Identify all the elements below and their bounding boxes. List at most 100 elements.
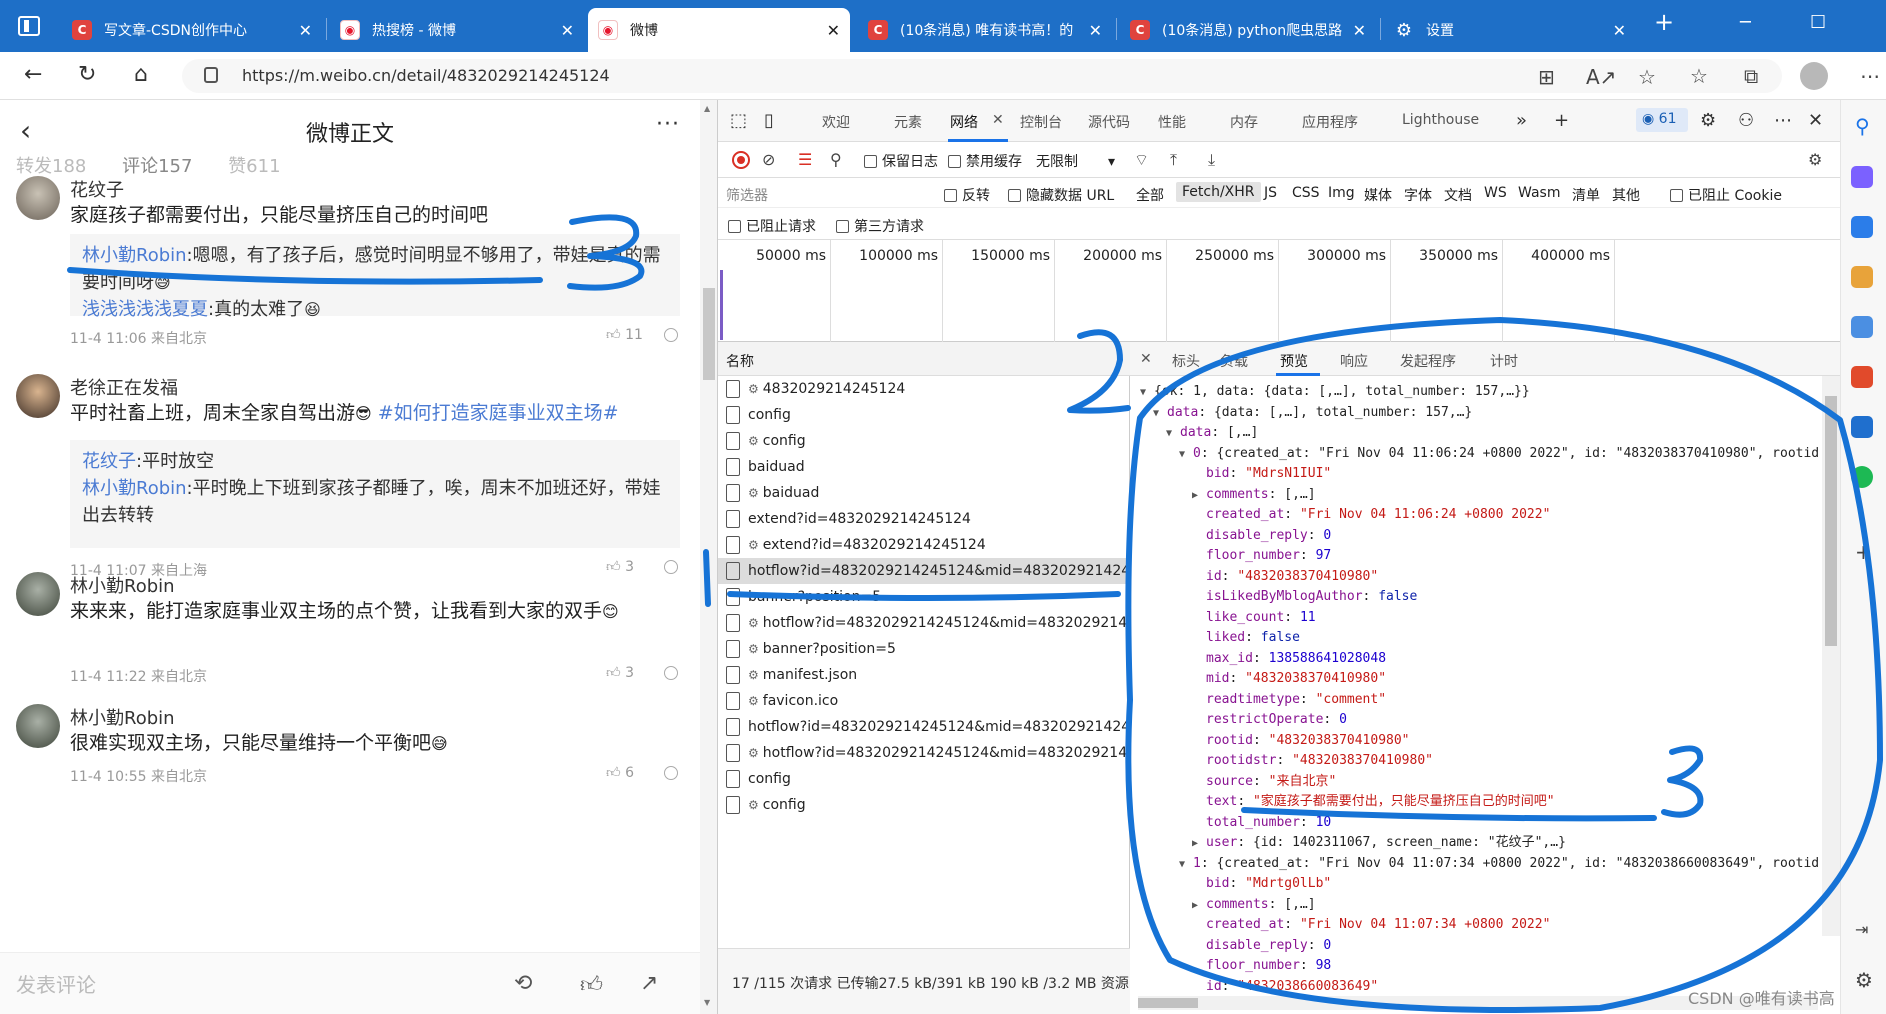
like-button[interactable]: 👍︎ 11 [606, 326, 643, 343]
shopping-icon[interactable] [1851, 216, 1873, 238]
filter-type-wasm[interactable]: Wasm [1518, 185, 1560, 201]
tools-icon[interactable] [1851, 266, 1873, 288]
tab-csdn-editor[interactable]: C 写文章-CSDN创作中心 ✕ [62, 8, 322, 52]
expand-right-icon[interactable]: ▶ [1192, 486, 1206, 506]
filter-type-other[interactable]: 其他 [1612, 185, 1640, 205]
download-har-icon[interactable]: ⤓ [1208, 150, 1215, 170]
json-line[interactable]: ▼ 0: {created_at: "Fri Nov 04 11:06:24 +0… [1179, 444, 1819, 464]
scrollbar-thumb[interactable] [1825, 396, 1837, 646]
tab-welcome[interactable]: 欢迎 [822, 112, 850, 132]
filter-type-doc[interactable]: 文档 [1444, 185, 1472, 205]
avatar[interactable] [16, 572, 60, 616]
invert-checkbox[interactable]: 反转 [944, 185, 990, 205]
filter-type-fetch-xhr[interactable]: Fetch/XHR [1176, 182, 1261, 202]
tab-weibo-hot[interactable]: ◉ 热搜榜 - 微博 ✕ [330, 8, 584, 52]
tab-preview[interactable]: 预览 [1280, 351, 1308, 371]
expand-down-icon[interactable]: ▼ [1179, 445, 1193, 465]
json-line[interactable]: ▶ user: {id: 1402311067, screen_name: "花纹… [1192, 833, 1566, 853]
reply-author[interactable]: 浅浅浅浅浅夏夏 [82, 299, 208, 320]
tab-actions-icon[interactable] [18, 16, 40, 36]
comment-author[interactable]: 林小勤Robin [70, 572, 175, 598]
reply-author[interactable]: 花纹子 [82, 451, 136, 472]
filter-input[interactable]: 筛选器 [726, 185, 768, 205]
settings-gear-icon[interactable]: ⚙ [1700, 110, 1716, 131]
close-detail-icon[interactable]: ✕ [1140, 351, 1152, 367]
close-devtools-icon[interactable]: ✕ [1808, 110, 1823, 131]
request-list-header[interactable]: 名称 [718, 342, 1130, 376]
preserve-log-checkbox[interactable]: 保留日志 [864, 151, 938, 171]
request-row[interactable]: hotflow?id=4832029214245124&mid=48320292… [718, 558, 1130, 584]
clear-icon[interactable]: ⊘ [762, 150, 775, 169]
more-options-icon[interactable]: ⋯ [1774, 110, 1792, 131]
tab-timing[interactable]: 计时 [1490, 351, 1518, 371]
inspect-icon[interactable]: ⬚ [730, 110, 747, 131]
like-button[interactable]: 👍︎ 3 [606, 664, 634, 681]
settings-gear-icon[interactable]: ⚙ [1855, 968, 1873, 992]
upload-har-icon[interactable]: ⤒ [1170, 150, 1177, 170]
device-toggle-icon[interactable]: ▯ [764, 110, 774, 131]
request-row[interactable]: ⚙ 4832029214245124 [718, 376, 1130, 402]
tab-weibo-active[interactable]: ◉ 微博 ✕ [588, 8, 850, 52]
request-row[interactable]: extend?id=4832029214245124 [718, 506, 1130, 532]
scrollbar-thumb[interactable] [703, 288, 715, 380]
apps-icon[interactable]: ⊞ [1538, 65, 1555, 89]
close-icon[interactable]: ✕ [299, 21, 312, 40]
office-icon[interactable] [1851, 366, 1873, 388]
request-row[interactable]: ⚙ hotflow?id=4832029214245124&mid=4832029… [718, 740, 1130, 766]
filter-icon[interactable]: ☰ [798, 150, 812, 169]
network-conditions-icon[interactable]: ⌔ [1134, 150, 1149, 170]
search-icon[interactable]: ⚲ [1855, 114, 1870, 138]
tab-sources[interactable]: 源代码 [1088, 112, 1130, 132]
request-row[interactable]: ⚙ manifest.json [718, 662, 1130, 688]
scroll-up-icon[interactable]: ▲ [704, 104, 710, 113]
expand-down-icon[interactable]: ▼ [1153, 404, 1167, 424]
tab-lighthouse[interactable]: Lighthouse [1402, 112, 1479, 128]
request-row[interactable]: ⚙ config [718, 428, 1130, 454]
network-timeline[interactable]: 50000 ms 100000 ms 150000 ms 200000 ms 2… [718, 240, 1840, 342]
network-settings-gear-icon[interactable]: ⚙ [1808, 150, 1822, 169]
record-icon[interactable] [732, 151, 750, 169]
blocked-cookie-checkbox[interactable]: 已阻止 Cookie [1670, 185, 1782, 205]
json-line[interactable]: ▼ 1: {created_at: "Fri Nov 04 11:07:34 +0… [1179, 854, 1819, 874]
tab-performance[interactable]: 性能 [1158, 112, 1186, 132]
reply-author[interactable]: 林小勤Robin [82, 478, 187, 499]
filter-type-manifest[interactable]: 清单 [1572, 185, 1600, 205]
profile-avatar[interactable] [1800, 62, 1828, 90]
json-line[interactable]: ▶ comments: [,…] [1192, 895, 1316, 915]
filter-type-font[interactable]: 字体 [1404, 185, 1432, 205]
request-row[interactable]: ⚙ favicon.ico [718, 688, 1130, 714]
reply-icon[interactable] [664, 766, 678, 780]
reply-icon[interactable] [664, 328, 678, 342]
more-icon[interactable]: ⋯ [1860, 64, 1880, 88]
request-row[interactable]: config [718, 402, 1130, 428]
filter-type-media[interactable]: 媒体 [1364, 185, 1392, 205]
tab-settings[interactable]: ⚙ 设置 ✕ [1384, 8, 1636, 52]
reply-box[interactable]: 林小勤Robin:嗯嗯，有了孩子后，感觉时间明显不够用了，带娃是真的需要时间呀😅… [70, 234, 680, 320]
close-icon[interactable]: ✕ [992, 112, 1004, 128]
json-line[interactable]: ▼ {ok: 1, data: {data: [,…], total_number… [1140, 382, 1530, 402]
more-tabs-icon[interactable]: » [1516, 110, 1527, 131]
json-line[interactable]: ▼ data: [,…] [1166, 423, 1258, 443]
filter-type-css[interactable]: CSS [1292, 185, 1320, 201]
refresh-icon[interactable]: ↻ [78, 62, 96, 87]
request-row[interactable]: ⚙ extend?id=4832029214245124 [718, 532, 1130, 558]
sidebar-collapse-icon[interactable]: ⇥ [1855, 920, 1868, 939]
close-icon[interactable]: ✕ [1613, 21, 1626, 40]
request-row[interactable]: ⚙ config [718, 792, 1130, 818]
favorites-icon[interactable]: ☆ [1690, 64, 1708, 88]
customize-icon[interactable]: ⚇ [1738, 110, 1754, 131]
repost-icon[interactable]: ⟲ [514, 971, 532, 996]
scrollbar-thumb[interactable] [1138, 998, 1198, 1008]
json-line[interactable]: ▼ data: {data: [,…], total_number: 157,…} [1153, 403, 1472, 423]
close-icon[interactable]: ✕ [561, 21, 574, 40]
filter-type-js[interactable]: JS [1264, 185, 1277, 201]
tab-application[interactable]: 应用程序 [1302, 112, 1358, 132]
filter-type-all[interactable]: 全部 [1136, 185, 1164, 205]
home-icon[interactable]: ⌂ [134, 62, 148, 87]
reply-author[interactable]: 林小勤Robin [82, 245, 187, 266]
favorite-add-icon[interactable]: ☆ [1638, 65, 1656, 89]
disable-cache-checkbox[interactable]: 禁用缓存 [948, 151, 1022, 171]
reply-box[interactable]: 花纹子:平时放空 林小勤Robin:平时晚上下班到家孩子都睡了，唉，周末不加班还… [70, 440, 680, 548]
comment-author[interactable]: 老徐正在发福 [70, 374, 178, 400]
request-row[interactable]: ⚙ baiduad [718, 480, 1130, 506]
